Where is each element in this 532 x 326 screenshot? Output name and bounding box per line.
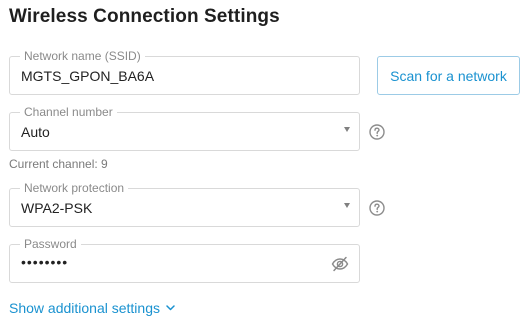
protection-label: Network protection — [20, 181, 129, 195]
password-field[interactable]: Password •••••••• — [9, 237, 360, 283]
eye-off-icon[interactable] — [331, 255, 349, 273]
ssid-label: Network name (SSID) — [20, 49, 145, 63]
password-label: Password — [20, 237, 81, 251]
ssid-value[interactable]: MGTS_GPON_BA6A — [21, 67, 154, 85]
password-value[interactable]: •••••••• — [21, 253, 68, 271]
page-title: Wireless Connection Settings — [9, 6, 280, 27]
chevron-down-icon — [344, 127, 350, 132]
protection-value: WPA2-PSK — [21, 200, 93, 216]
additional-settings-label: Show additional settings — [9, 300, 160, 316]
channel-value: Auto — [21, 124, 50, 140]
protection-select[interactable]: Network protection WPA2-PSK — [9, 181, 360, 227]
channel-label: Channel number — [20, 105, 117, 119]
show-additional-settings-link[interactable]: Show additional settings — [9, 300, 175, 316]
help-icon[interactable] — [369, 124, 385, 140]
ssid-field[interactable]: Network name (SSID) MGTS_GPON_BA6A — [9, 49, 360, 95]
chevron-down-icon — [166, 305, 175, 311]
scan-network-button[interactable]: Scan for a network — [377, 56, 520, 95]
channel-select[interactable]: Channel number Auto — [9, 105, 360, 151]
chevron-down-icon — [344, 203, 350, 208]
current-channel-hint: Current channel: 9 — [9, 157, 108, 171]
help-icon[interactable] — [369, 200, 385, 216]
